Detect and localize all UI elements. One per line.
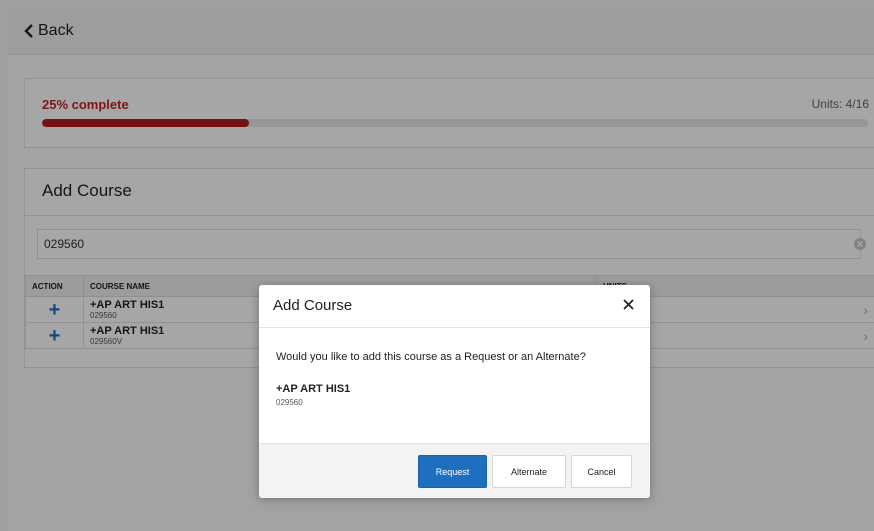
dialog-title: Add Course: [273, 297, 353, 314]
dialog-footer: Request Alternate Cancel: [259, 443, 650, 498]
dialog-question: Would you like to add this course as a R…: [276, 351, 586, 363]
divider: [259, 327, 650, 328]
dialog-course-code: 029560: [276, 398, 303, 407]
cancel-button[interactable]: Cancel: [571, 455, 632, 488]
alternate-button[interactable]: Alternate: [492, 455, 566, 488]
add-course-dialog: Add Course Would you like to add this co…: [259, 285, 650, 498]
close-icon[interactable]: [623, 299, 634, 310]
dialog-course-name: +AP ART HIS1: [276, 383, 351, 395]
request-button[interactable]: Request: [418, 455, 487, 488]
